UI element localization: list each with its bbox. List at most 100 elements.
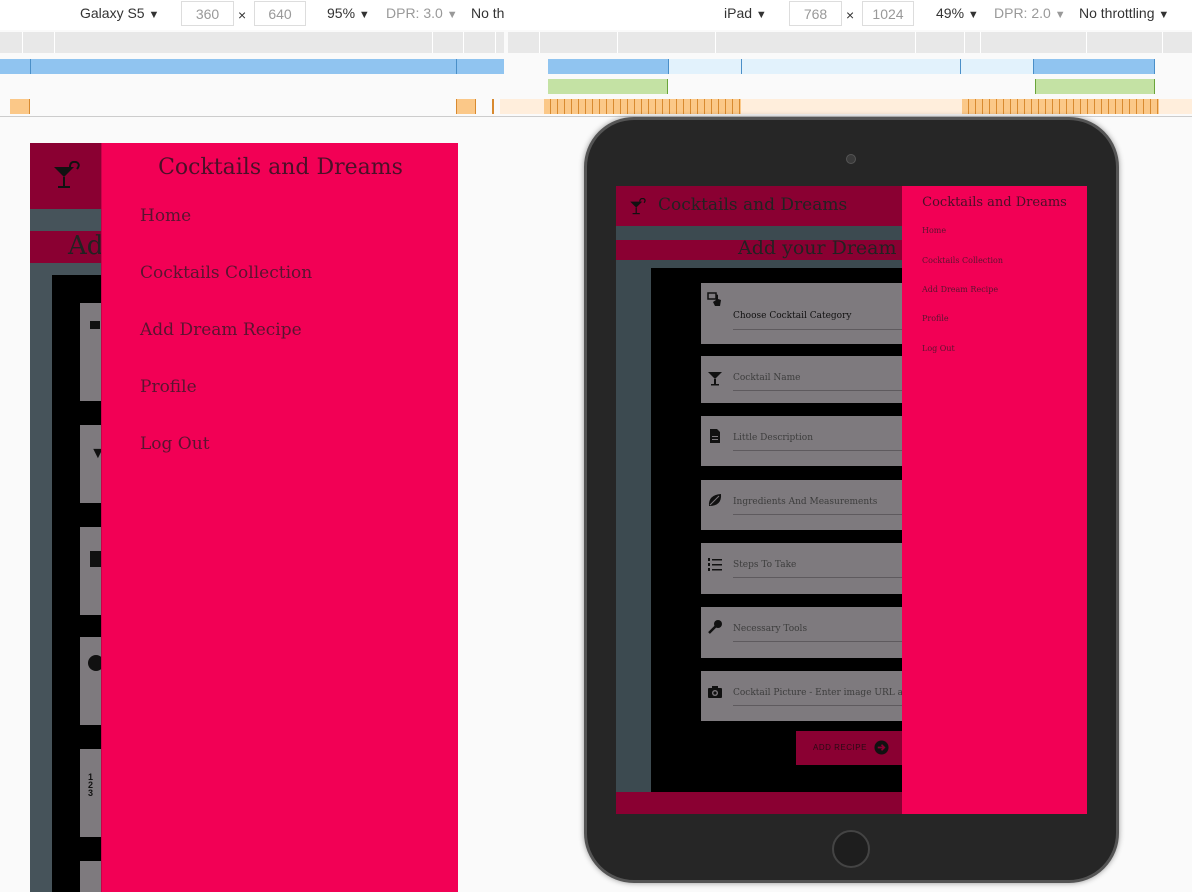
- mq-tick: [667, 79, 668, 94]
- chevron-down-icon: ▼: [148, 9, 160, 21]
- ruler-tick: [22, 32, 23, 53]
- ruler-tick: [980, 32, 981, 53]
- ipad-viewport: Cocktails and Dreams Add your Dream Choo…: [616, 186, 1087, 814]
- drawer-item-log-out[interactable]: Log Out: [922, 344, 955, 353]
- right-height-input[interactable]: 1024: [862, 1, 914, 26]
- camera-icon: [708, 686, 722, 698]
- numbered-list-icon: [708, 558, 722, 571]
- mq-tick: [492, 99, 494, 114]
- drawer-item-add-dream-recipe[interactable]: Add Dream Recipe: [140, 320, 302, 340]
- camera-dot: [846, 154, 856, 164]
- left-dpr-value: DPR: 3.0: [386, 5, 443, 21]
- spoon-icon: [708, 620, 722, 634]
- add-recipe-button[interactable]: ADD RECIPE: [796, 731, 906, 765]
- nav-drawer: Cocktails and Dreams Home Cocktails Coll…: [902, 186, 1087, 814]
- left-device-select[interactable]: Galaxy S5 ▼: [80, 5, 159, 21]
- ruler-tick: [1162, 32, 1163, 53]
- field-label: Necessary Tools: [733, 624, 808, 634]
- media-query-bar-min-right[interactable]: [500, 99, 1192, 114]
- left-height-input[interactable]: 640: [254, 1, 306, 26]
- chevron-down-icon: ▼: [446, 9, 458, 21]
- lime-leaf-icon: [708, 494, 722, 506]
- brand-title[interactable]: Cocktails and Dreams: [658, 195, 847, 215]
- ruler-tick: [715, 32, 716, 53]
- drawer-item-log-out[interactable]: Log Out: [140, 434, 210, 454]
- left-throttle-select[interactable]: No th: [471, 5, 504, 21]
- ruler-gap: [504, 32, 508, 53]
- page-title: Add your Dream: [738, 237, 897, 259]
- mq-tick: [30, 59, 31, 74]
- mq-segment: [548, 59, 669, 74]
- ruler-bar: [0, 32, 1192, 53]
- martini-glass-icon: [708, 372, 722, 386]
- home-button[interactable]: [832, 830, 870, 868]
- ruler-tick: [495, 32, 496, 53]
- ruler-tick: [964, 32, 965, 53]
- right-throttle-value: No throttling: [1079, 5, 1155, 21]
- nav-drawer: Cocktails and Dreams Home Cocktails Coll…: [101, 143, 458, 892]
- mq-segment: [962, 99, 1159, 114]
- page-title: Ad: [68, 231, 104, 261]
- left-device-name: Galaxy S5: [80, 5, 145, 21]
- left-dpr-select[interactable]: DPR: 3.0 ▼: [386, 5, 458, 21]
- right-dpr-select[interactable]: DPR: 2.0 ▼: [994, 5, 1066, 21]
- cocktail-logo-icon[interactable]: [52, 161, 82, 191]
- media-query-bar-min-max[interactable]: [1035, 79, 1155, 94]
- mq-segment: [1033, 59, 1155, 74]
- ruler-tick: [463, 32, 464, 53]
- mq-tick: [456, 59, 457, 74]
- left-zoom-value: 95%: [327, 5, 356, 21]
- ruler-tick: [432, 32, 433, 53]
- drawer-item-cocktails-collection[interactable]: Cocktails Collection: [140, 263, 312, 283]
- arrow-right-circle-icon: [874, 740, 889, 755]
- numbered-list-icon: 123: [88, 772, 94, 798]
- field-label: Choose Cocktail Category: [733, 311, 852, 321]
- ruler-tick: [915, 32, 916, 53]
- right-throttle-select[interactable]: No throttling ▼: [1079, 5, 1169, 21]
- chevron-down-icon: ▼: [358, 9, 370, 21]
- mq-tick: [668, 59, 669, 74]
- chevron-down-icon: ▼: [967, 9, 979, 21]
- add-recipe-label: ADD RECIPE: [813, 743, 867, 752]
- media-query-bar-min[interactable]: [10, 99, 30, 114]
- media-query-bar-min[interactable]: [456, 99, 476, 114]
- left-zoom-select[interactable]: 95% ▼: [327, 5, 370, 21]
- chevron-down-icon: ▼: [1158, 9, 1170, 21]
- drawer-item-cocktails-collection[interactable]: Cocktails Collection: [922, 256, 1003, 265]
- field-label: Cocktail Name: [733, 373, 801, 383]
- drawer-title: Cocktails and Dreams: [922, 195, 1067, 210]
- galaxy-viewport: Ad ▼ 123 Cocktails and Dreams Home Cockt…: [30, 143, 458, 892]
- cocktail-category-icon: [90, 321, 100, 329]
- media-query-bar-max-right[interactable]: [548, 59, 1155, 74]
- right-device-select[interactable]: iPad ▼: [724, 5, 767, 21]
- ruler-tick: [539, 32, 540, 53]
- media-query-bar-max[interactable]: [0, 59, 504, 74]
- drawer-item-home[interactable]: Home: [140, 206, 191, 226]
- drawer-item-add-dream-recipe[interactable]: Add Dream Recipe: [922, 285, 998, 294]
- mq-tick: [960, 59, 961, 74]
- left-width-input[interactable]: 360: [181, 1, 234, 26]
- drawer-item-profile[interactable]: Profile: [922, 314, 949, 323]
- mq-tick: [1154, 59, 1155, 74]
- right-zoom-value: 49%: [936, 5, 965, 21]
- mq-tick: [1033, 59, 1034, 74]
- mq-tick: [741, 59, 742, 74]
- drawer-item-home[interactable]: Home: [922, 226, 946, 235]
- chevron-down-icon: ▼: [755, 9, 767, 21]
- drawer-item-profile[interactable]: Profile: [140, 377, 197, 397]
- mq-tick: [1035, 79, 1036, 94]
- dimension-times-icon: ×: [846, 7, 855, 23]
- right-zoom-select[interactable]: 49% ▼: [936, 5, 979, 21]
- chevron-down-icon: ▼: [1054, 9, 1066, 21]
- mq-tick: [1154, 79, 1155, 94]
- cocktail-logo-icon[interactable]: [628, 198, 648, 216]
- dimension-times-icon: ×: [238, 7, 247, 23]
- ruler-tick: [1086, 32, 1087, 53]
- cocktail-category-icon: [707, 292, 721, 306]
- ruler-tick: [617, 32, 618, 53]
- field-label: Steps To Take: [733, 560, 797, 570]
- media-query-bar-min-max[interactable]: [548, 79, 668, 94]
- right-width-input[interactable]: 768: [789, 1, 842, 26]
- document-icon: [710, 429, 720, 443]
- drawer-title: Cocktails and Dreams: [158, 155, 403, 180]
